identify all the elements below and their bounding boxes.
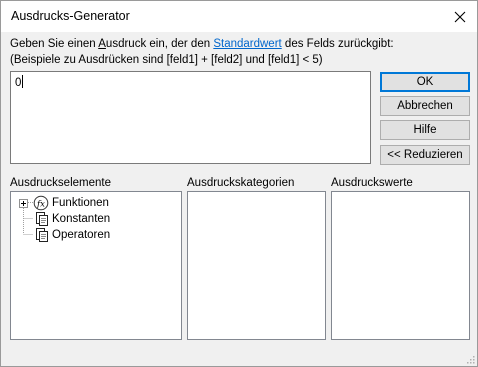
instruction-text: usdruck ein, der den xyxy=(105,38,214,50)
svg-text:fx: fx xyxy=(36,200,45,210)
function-fx-icon: fx xyxy=(33,195,49,211)
default-value-link[interactable]: Standardwert xyxy=(213,38,281,50)
instruction-text: Geben Sie einen xyxy=(10,38,99,50)
close-button[interactable] xyxy=(443,1,477,32)
tree-item-operatoren[interactable]: Operatoren xyxy=(33,227,110,243)
categories-label: Ausdruckskategorien xyxy=(187,177,295,189)
ok-button[interactable]: OK xyxy=(380,72,470,92)
resize-grip-icon[interactable] xyxy=(465,354,475,364)
close-icon xyxy=(454,11,466,22)
instruction-line-2: (Beispiele zu Ausdrücken sind [feld1] + … xyxy=(10,54,323,66)
instruction-line-1: Geben Sie einen Ausdruck ein, der den St… xyxy=(10,38,394,50)
values-label: Ausdruckswerte xyxy=(331,177,413,189)
reduce-button[interactable]: << Reduzieren xyxy=(380,145,470,165)
instruction-text: des Felds zurückgibt: xyxy=(281,38,394,50)
expression-value: 0 xyxy=(15,77,22,89)
accelerator-letter: A xyxy=(98,38,106,50)
folder-icon xyxy=(36,212,48,226)
cancel-button[interactable]: Abbrechen xyxy=(380,96,470,116)
expression-values-list[interactable] xyxy=(331,191,470,340)
tree-item-label: Funktionen xyxy=(52,197,109,209)
title-bar: Ausdrucks-Generator xyxy=(1,1,477,32)
expand-plus-icon[interactable] xyxy=(19,198,28,208)
expression-input[interactable]: 0 xyxy=(10,71,371,164)
help-button[interactable]: Hilfe xyxy=(380,120,470,140)
folder-icon xyxy=(36,228,48,242)
tree-item-funktionen[interactable]: fx Funktionen xyxy=(19,195,109,211)
tree-item-konstanten[interactable]: Konstanten xyxy=(33,211,110,227)
text-caret xyxy=(22,75,24,88)
window-title: Ausdrucks-Generator xyxy=(11,9,130,23)
tree-item-label: Operatoren xyxy=(52,229,111,241)
expression-builder-dialog: Ausdrucks-Generator Geben Sie einen Ausd… xyxy=(0,0,478,367)
expression-categories-list[interactable] xyxy=(187,191,326,340)
expression-elements-tree[interactable]: fx Funktionen Konstanten Operatoren xyxy=(10,191,182,340)
tree-item-label: Konstanten xyxy=(52,213,111,225)
elements-label: Ausdruckselemente xyxy=(10,177,111,189)
